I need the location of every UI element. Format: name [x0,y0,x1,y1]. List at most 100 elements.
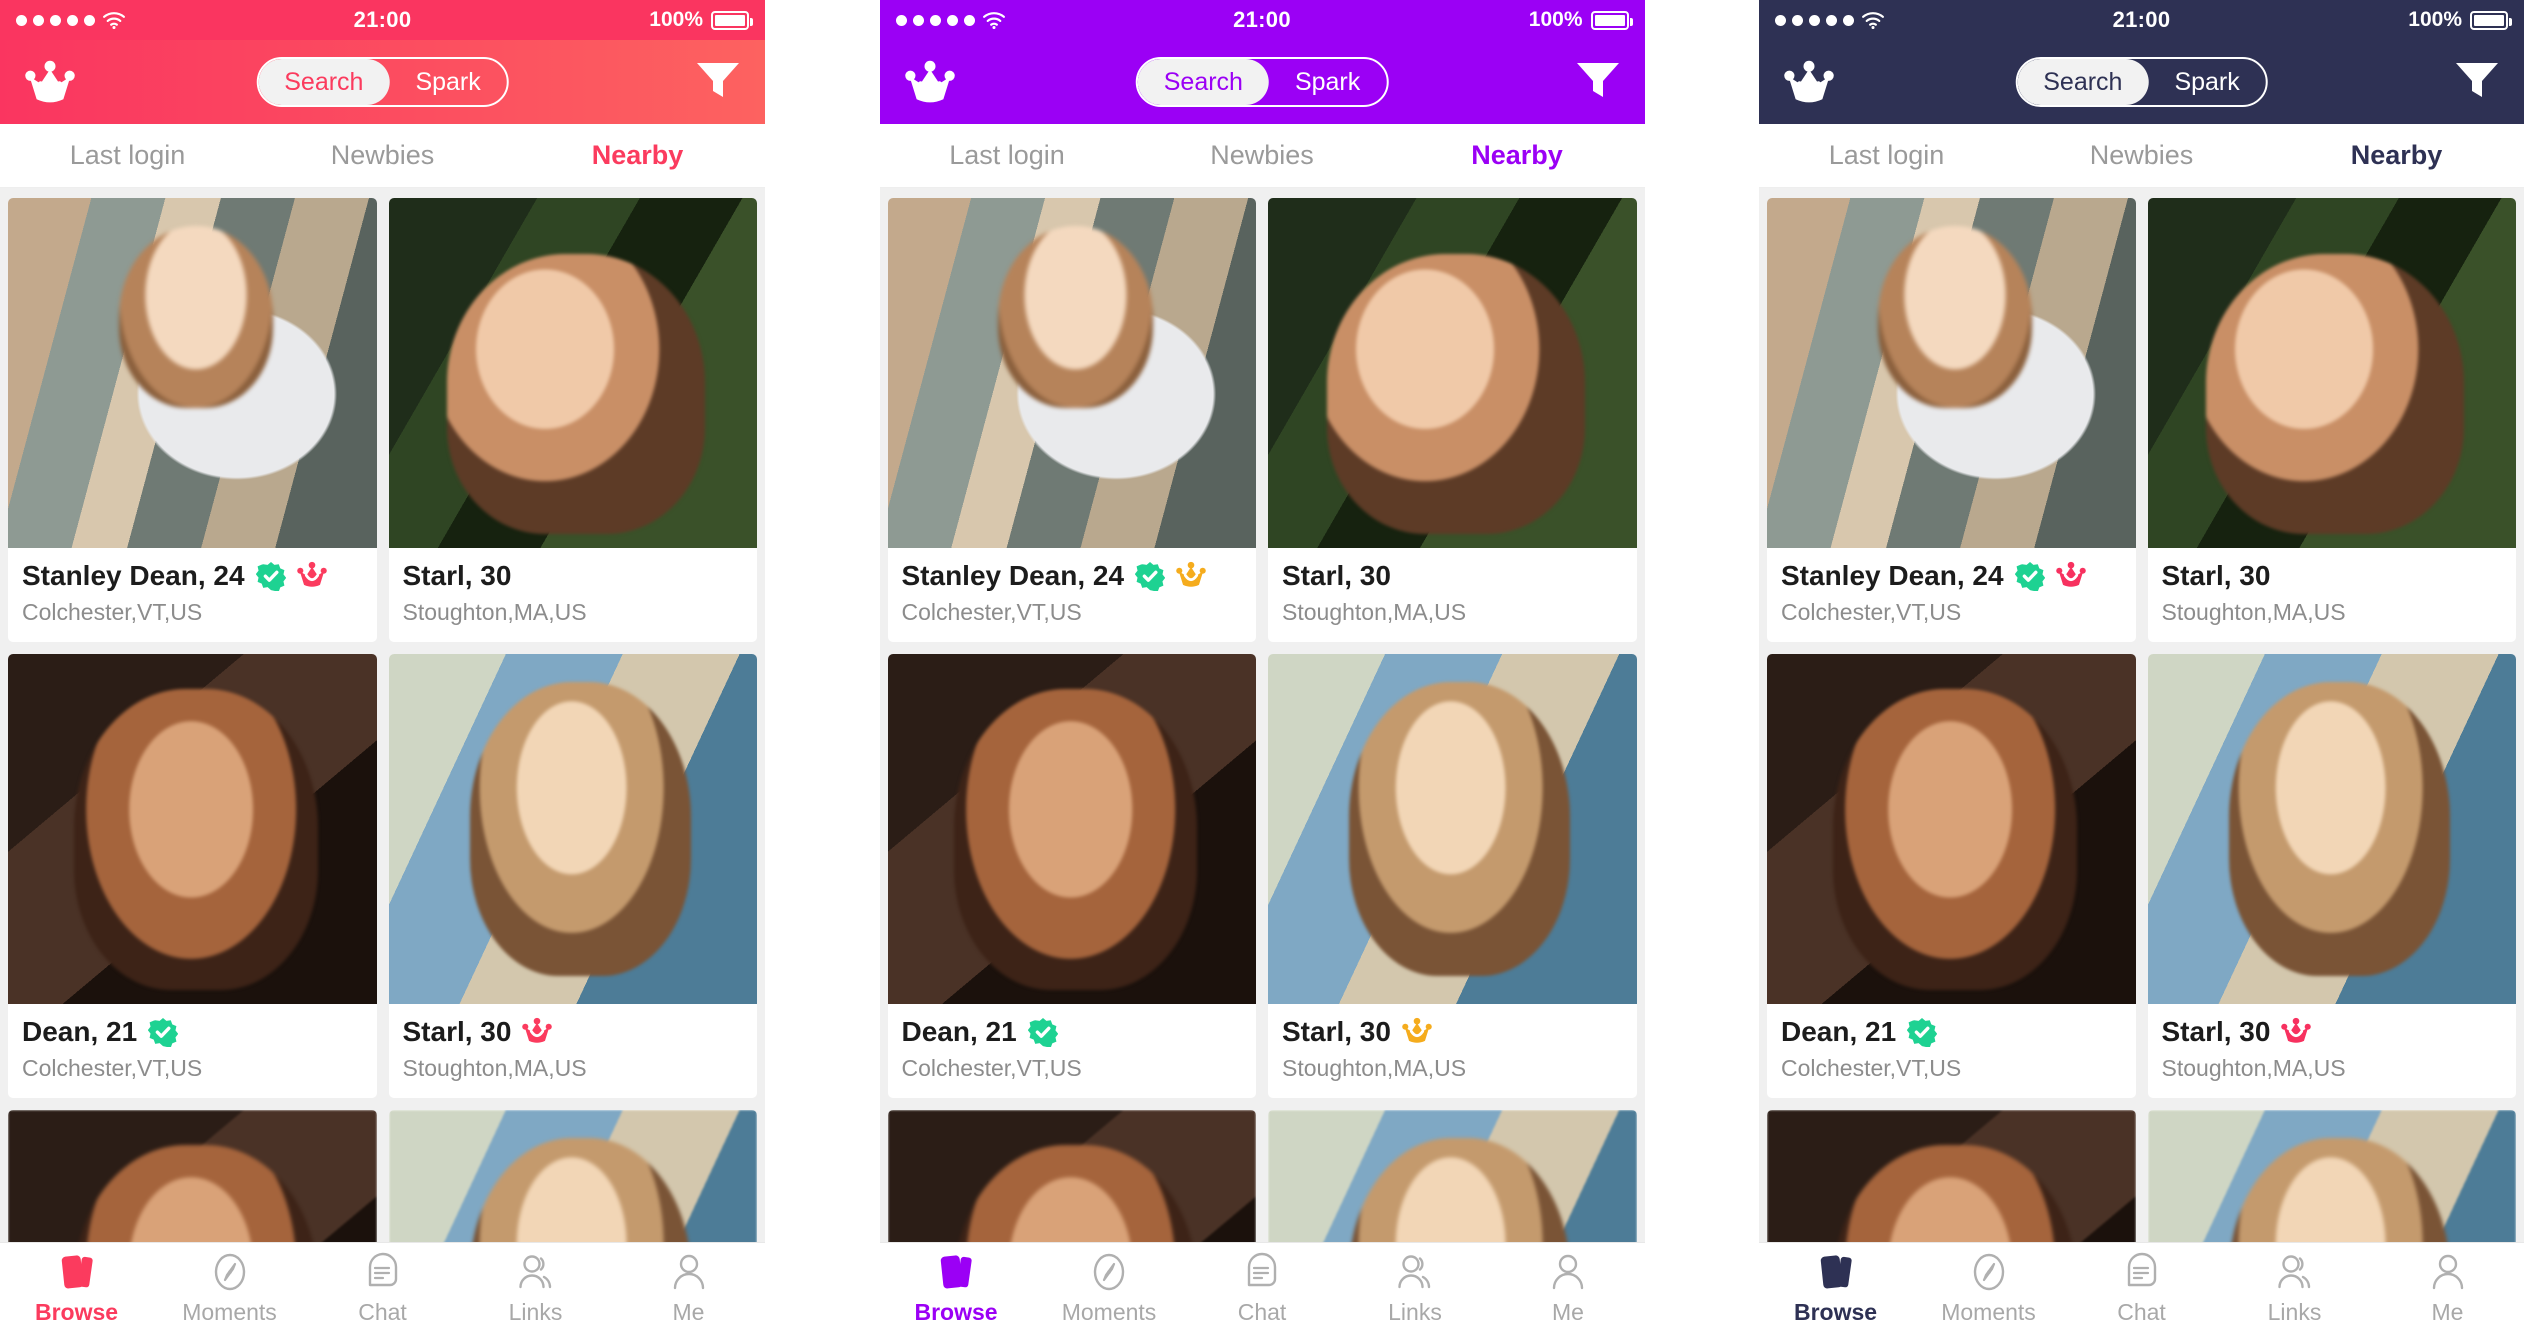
tab-newbies[interactable]: Newbies [1135,140,1390,171]
profile-card[interactable]: Dean, 21 Colchester,VT,US [887,654,1256,1098]
tabbar-item-moments[interactable]: Moments [1912,1251,2065,1326]
profile-card[interactable] [1268,1110,1637,1242]
profile-photo[interactable] [8,1110,377,1242]
tabbar-item-moments[interactable]: Moments [153,1251,306,1326]
profile-card[interactable]: Starl, 30 Stoughton,MA,US [388,198,757,642]
tab-last-login[interactable]: Last login [880,140,1135,171]
funnel-filter-icon[interactable] [2454,59,2500,106]
profile-meta: Stanley Dean, 24 Colchester,VT,US [8,548,377,642]
profile-photo[interactable] [8,654,377,1004]
segment-spark[interactable]: Spark [2148,59,2265,105]
profile-photo[interactable] [1268,198,1637,548]
profile-meta: Stanley Dean, 24 Colchester,VT,US [888,548,1257,642]
profile-meta: Dean, 21 Colchester,VT,US [8,1004,377,1098]
profile-card[interactable] [388,1110,757,1242]
segment-search[interactable]: Search [1137,59,1269,105]
profile-card[interactable] [887,1110,1256,1242]
profile-photo[interactable] [887,1110,1256,1242]
tab-last-login[interactable]: Last login [0,140,255,171]
bottom-tab-bar: Browse Moments Chat Links Me [0,1242,765,1334]
profile-card[interactable]: Starl, 30 Stoughton,MA,US [2147,198,2516,642]
profile-card[interactable] [1767,1110,2136,1242]
profile-card[interactable]: Starl, 30 Stoughton,MA,US [1268,654,1637,1098]
profile-location: Colchester,VT,US [1781,1055,1962,1081]
battery-percent: 100% [649,8,703,31]
profile-card[interactable] [8,1110,377,1242]
phone-mockup-purple: 21:00 100% Search Spark Last login Newbies Nea… [879,0,1645,1334]
vip-crown-badge-icon [2055,561,2086,591]
profile-photo[interactable] [388,654,757,1004]
profile-photo[interactable] [2147,654,2516,1004]
profile-location: Stoughton,MA,US [2161,599,2346,625]
profile-grid[interactable]: Stanley Dean, 24 Colchester,VT,US Starl, 3… [879,188,1645,1242]
profile-photo[interactable] [1767,654,2136,1004]
profile-photo[interactable] [887,198,1256,548]
profile-card[interactable]: Dean, 21 Colchester,VT,US [1767,654,2136,1098]
app-nav-bar: Search Spark [0,40,765,124]
search-spark-segmented-control[interactable]: Search Spark [256,57,509,107]
tabbar-item-links[interactable]: Links [2218,1251,2371,1326]
tab-last-login[interactable]: Last login [1759,140,2014,171]
tabbar-label: Chat [1237,1299,1287,1325]
profile-photo[interactable] [1268,654,1637,1004]
profile-name: Starl, 30 [402,560,512,591]
tabbar-item-me[interactable]: Me [1492,1251,1645,1326]
profile-photo[interactable] [388,198,757,548]
crown-logo-icon[interactable] [904,60,956,104]
profile-card[interactable] [2147,1110,2516,1242]
profile-photo[interactable] [1767,1110,2136,1242]
search-spark-segmented-control[interactable]: Search Spark [1135,57,1389,107]
status-bar: 21:00 100% [0,0,765,40]
profile-photo[interactable] [388,1110,757,1242]
tab-newbies[interactable]: Newbies [2014,140,2269,171]
profile-card[interactable]: Starl, 30 Stoughton,MA,US [388,654,757,1098]
profile-photo[interactable] [1268,1110,1637,1242]
profile-photo[interactable] [1767,198,2136,548]
tab-nearby[interactable]: Nearby [2269,140,2524,171]
tab-newbies[interactable]: Newbies [255,140,510,171]
search-spark-segmented-control[interactable]: Search Spark [2015,57,2268,107]
segment-spark[interactable]: Spark [1269,59,1386,105]
tab-nearby[interactable]: Nearby [1390,140,1645,171]
funnel-filter-icon[interactable] [695,59,741,106]
profile-photo[interactable] [887,654,1256,1004]
tab-nearby[interactable]: Nearby [510,140,765,171]
tabbar-label: Chat [2117,1299,2166,1325]
profile-location: Colchester,VT,US [1781,599,1962,625]
funnel-filter-icon[interactable] [1575,59,1621,106]
profile-photo[interactable] [8,198,377,548]
tabbar-item-chat[interactable]: Chat [2065,1251,2218,1326]
compass-icon [209,1251,251,1293]
tabbar-item-browse[interactable]: Browse [1759,1251,1912,1326]
tabbar-item-moments[interactable]: Moments [1033,1251,1186,1326]
battery-status: 100% [1529,8,1633,32]
segment-search[interactable]: Search [2017,59,2149,105]
crown-logo-icon[interactable] [1783,60,1835,104]
profile-card[interactable]: Stanley Dean, 24 Colchester,VT,US [887,198,1257,642]
profile-photo[interactable] [2147,198,2516,548]
verified-badge-icon [255,561,286,592]
tabbar-label: Browse [914,1299,998,1325]
profile-card[interactable]: Starl, 30 Stoughton,MA,US [1268,198,1637,642]
tabbar-item-me[interactable]: Me [612,1251,765,1326]
chat-bubble-icon [1241,1251,1283,1293]
profile-photo[interactable] [2147,1110,2516,1242]
profile-grid[interactable]: Stanley Dean, 24 Colchester,VT,US Starl, 3… [0,188,765,1242]
crown-logo-icon[interactable] [24,60,76,104]
profile-name-row: Dean, 21 [1781,1016,2122,1048]
profile-card[interactable]: Dean, 21 Colchester,VT,US [8,654,377,1098]
profile-grid[interactable]: Stanley Dean, 24 Colchester,VT,US Starl, 3… [1759,188,2524,1242]
profile-name-row: Starl, 30 [2162,1016,2503,1048]
tabbar-item-browse[interactable]: Browse [880,1251,1033,1326]
tabbar-item-chat[interactable]: Chat [1186,1251,1339,1326]
tabbar-item-links[interactable]: Links [1339,1251,1492,1326]
segment-search[interactable]: Search [258,59,390,105]
tabbar-item-links[interactable]: Links [459,1251,612,1326]
profile-card[interactable]: Starl, 30 Stoughton,MA,US [2147,654,2516,1098]
tabbar-item-chat[interactable]: Chat [306,1251,459,1326]
tabbar-item-browse[interactable]: Browse [0,1251,153,1326]
tabbar-item-me[interactable]: Me [2371,1251,2524,1326]
profile-card[interactable]: Stanley Dean, 24 Colchester,VT,US [8,198,377,642]
profile-card[interactable]: Stanley Dean, 24 Colchester,VT,US [1767,198,2136,642]
segment-spark[interactable]: Spark [389,59,506,105]
